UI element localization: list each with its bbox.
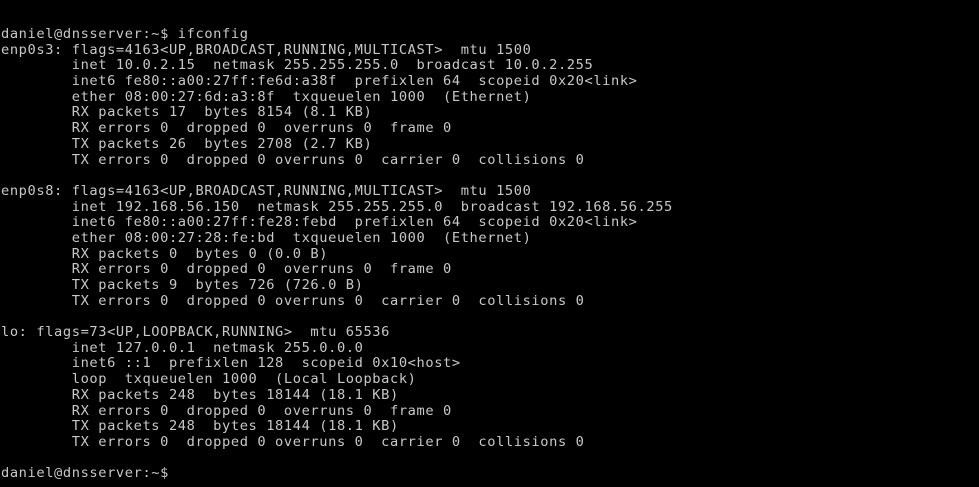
terminal-line: TX errors 0 dropped 0 overruns 0 carrier… [1, 292, 585, 309]
terminal-line: TX packets 248 bytes 18144 (18.1 KB) [1, 418, 399, 435]
terminal-line: RX errors 0 dropped 0 overruns 0 frame 0 [1, 261, 452, 278]
terminal-line: inet6 ::1 prefixlen 128 scopeid 0x10<hos… [1, 355, 461, 372]
terminal-line: enp0s8: flags=4163<UP,BROADCAST,RUNNING,… [1, 182, 532, 199]
terminal-line: daniel@dnsserver:~$ ifconfig [1, 26, 249, 42]
terminal-line: loop txqueuelen 1000 (Local Loopback) [1, 371, 417, 388]
terminal-line: inet 10.0.2.15 netmask 255.255.255.0 bro… [1, 57, 594, 74]
terminal-line: inet6 fe80::a00:27ff:fe6d:a38f prefixlen… [1, 73, 638, 90]
terminal-cursor [169, 466, 177, 479]
terminal-line: TX errors 0 dropped 0 overruns 0 carrier… [1, 433, 585, 450]
shell-prompt: daniel@dnsserver:~$ [1, 465, 169, 482]
terminal-line: ether 08:00:27:28:fe:bd txqueuelen 1000 … [1, 229, 532, 246]
terminal-line: inet 192.168.56.150 netmask 255.255.255.… [1, 198, 673, 215]
terminal-line: RX packets 17 bytes 8154 (8.1 KB) [1, 104, 373, 121]
terminal-line: ether 08:00:27:6d:a3:8f txqueuelen 1000 … [1, 88, 532, 105]
terminal-line: lo: flags=73<UP,LOOPBACK,RUNNING> mtu 65… [1, 324, 390, 341]
terminal-line: TX packets 26 bytes 2708 (2.7 KB) [1, 135, 373, 152]
terminal-line: RX errors 0 dropped 0 overruns 0 frame 0 [1, 120, 452, 137]
terminal-prompt-line[interactable]: daniel@dnsserver:~$ [1, 465, 979, 482]
terminal-line: inet6 fe80::a00:27ff:fe28:febd prefixlen… [1, 214, 638, 231]
terminal-line: TX errors 0 dropped 0 overruns 0 carrier… [1, 151, 585, 168]
terminal-line: TX packets 9 bytes 726 (726.0 B) [1, 277, 364, 293]
terminal-line: RX packets 0 bytes 0 (0.0 B) [1, 245, 329, 262]
terminal-line: RX errors 0 dropped 0 overruns 0 frame 0 [1, 402, 452, 419]
terminal-window[interactable]: daniel@dnsserver:~$ ifconfig enp0s3: fla… [0, 0, 979, 487]
terminal-line: inet 127.0.0.1 netmask 255.0.0.0 [1, 339, 364, 356]
terminal-line: RX packets 248 bytes 18144 (18.1 KB) [1, 386, 399, 403]
terminal-line: enp0s3: flags=4163<UP,BROADCAST,RUNNING,… [1, 41, 532, 58]
